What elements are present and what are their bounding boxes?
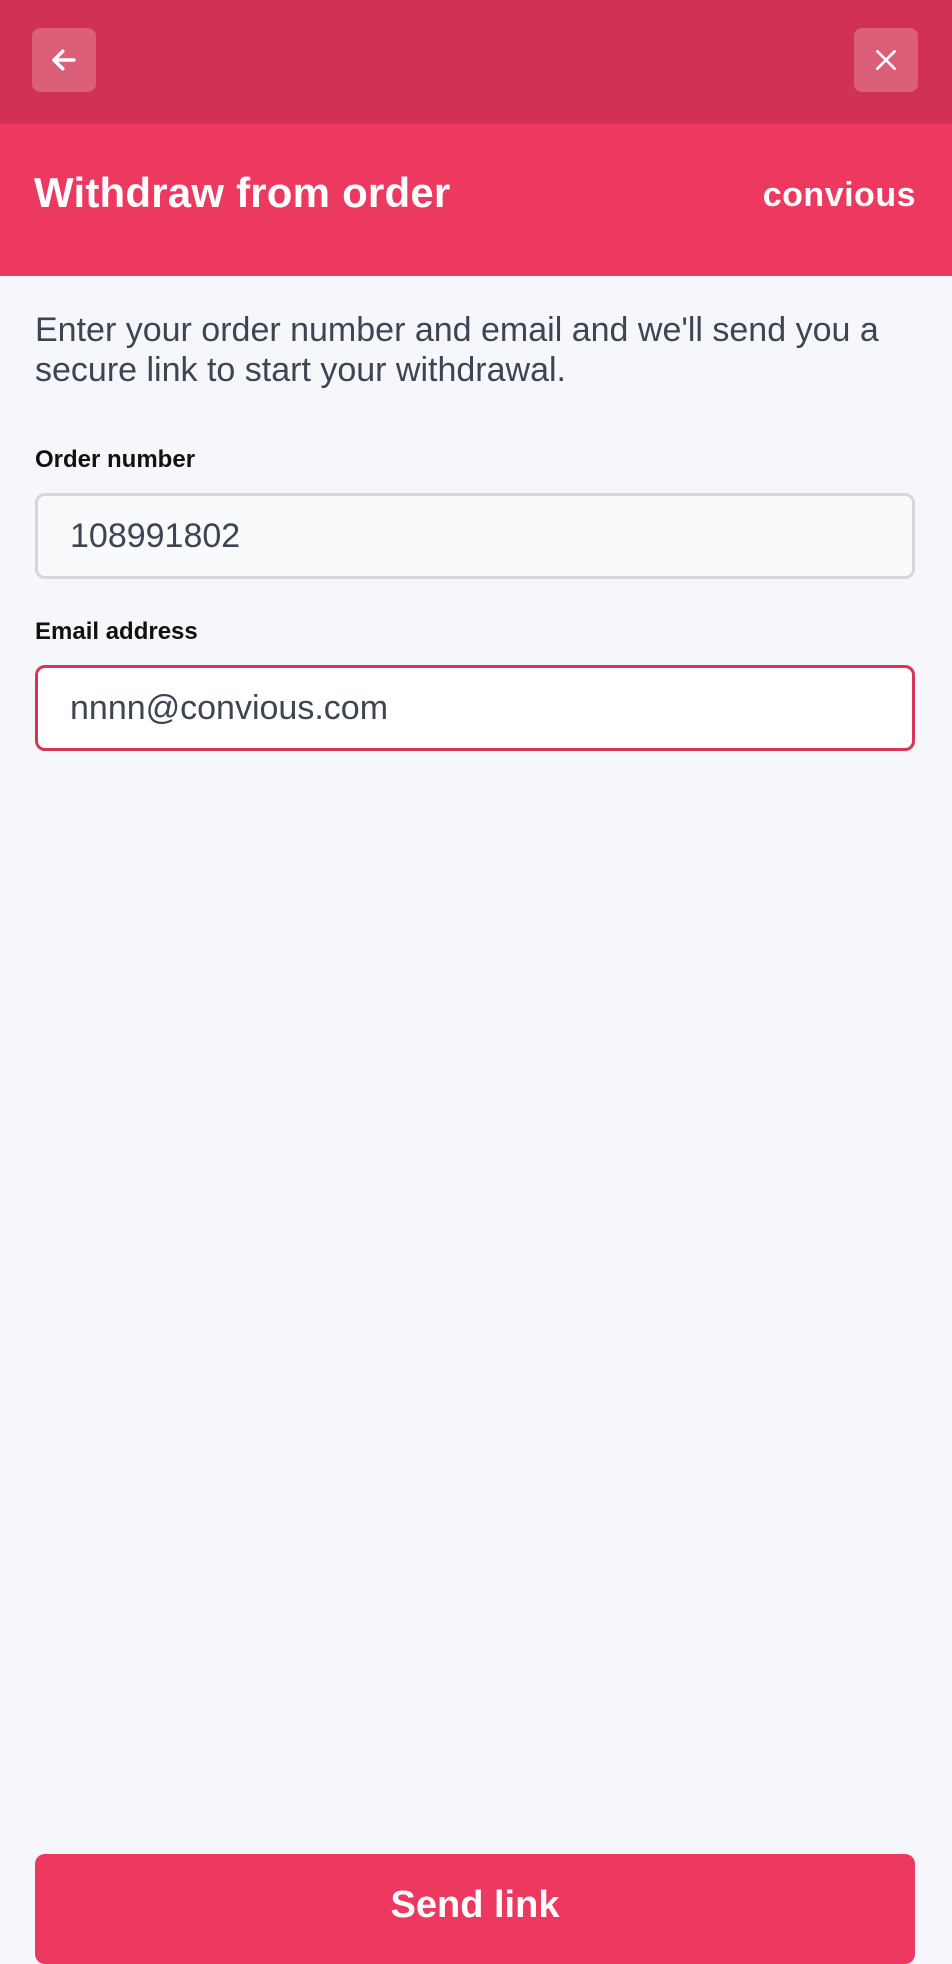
page-title: Withdraw from order (34, 169, 451, 216)
email-label: Email address (35, 618, 198, 645)
page-header: Withdraw from order convious (0, 124, 952, 276)
arrow-left-icon (52, 49, 76, 71)
close-button[interactable] (854, 28, 918, 92)
order-number-label: Order number (35, 446, 196, 473)
close-icon (876, 50, 896, 70)
order-number-input[interactable] (35, 493, 915, 579)
top-bar (0, 0, 952, 124)
email-input[interactable] (35, 665, 915, 751)
back-button[interactable] (32, 28, 96, 92)
send-link-button[interactable]: Send link (35, 1854, 915, 1964)
intro-text: Enter your order number and email and we… (35, 311, 879, 389)
brand-logo: convious (762, 176, 916, 214)
content: Enter your order number and email and we… (35, 310, 915, 390)
